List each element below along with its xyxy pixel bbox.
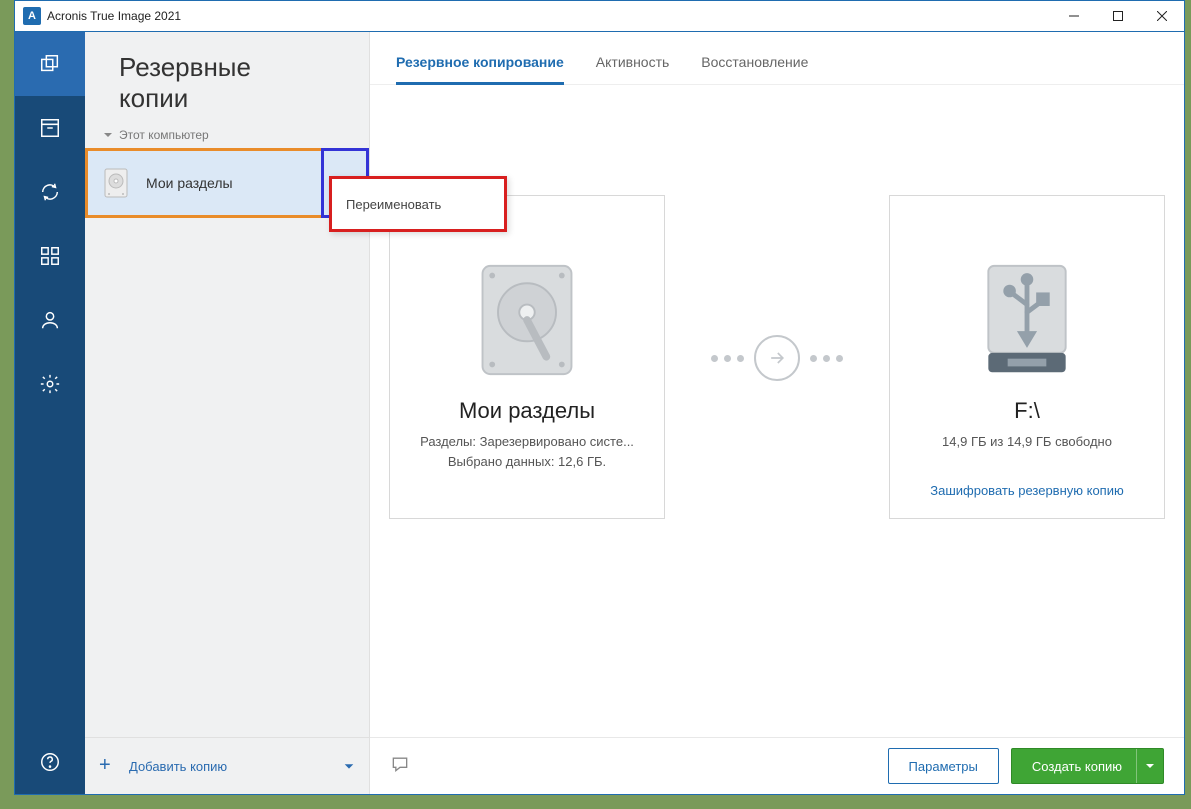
nav-account[interactable] bbox=[15, 288, 85, 352]
hdd-icon bbox=[104, 168, 128, 198]
chevron-down-icon[interactable] bbox=[343, 760, 355, 772]
destination-card[interactable]: F:\ 14,9 ГБ из 14,9 ГБ свободно Зашифров… bbox=[889, 195, 1165, 519]
gear-icon bbox=[39, 373, 61, 395]
arrow-circle-icon bbox=[754, 335, 800, 381]
tabs: Резервное копирование Активность Восстан… bbox=[370, 32, 1184, 85]
minimize-button[interactable] bbox=[1052, 1, 1096, 31]
help-icon bbox=[39, 751, 61, 773]
panel-heading: Резервные копии bbox=[119, 52, 369, 114]
create-backup-dropdown[interactable] bbox=[1136, 749, 1163, 783]
nav-archive[interactable] bbox=[15, 96, 85, 160]
backup-item-selected[interactable]: Мои разделы bbox=[85, 148, 369, 218]
main-footer: Параметры Создать копию bbox=[370, 737, 1184, 794]
copies-icon bbox=[39, 53, 61, 75]
grid-icon bbox=[39, 245, 61, 267]
nav-settings[interactable] bbox=[15, 352, 85, 416]
tab-activity[interactable]: Активность bbox=[596, 54, 670, 84]
app-window: A Acronis True Image 2021 bbox=[14, 0, 1185, 795]
side-panel: Резервные копии Этот компьютер Мои разде… bbox=[85, 32, 370, 794]
context-menu: Переименовать bbox=[329, 176, 507, 232]
close-button[interactable] bbox=[1140, 1, 1184, 31]
titlebar: A Acronis True Image 2021 bbox=[15, 1, 1184, 32]
create-backup-label: Создать копию bbox=[1032, 759, 1122, 774]
tab-recovery[interactable]: Восстановление bbox=[701, 54, 808, 84]
hdd-large-icon bbox=[477, 262, 577, 378]
feedback-button[interactable] bbox=[390, 754, 410, 779]
plus-icon: + bbox=[99, 758, 115, 774]
encrypt-backup-link[interactable]: Зашифровать резервную копию bbox=[930, 483, 1123, 498]
group-header[interactable]: Этот компьютер bbox=[103, 128, 369, 142]
sync-icon bbox=[39, 181, 61, 203]
caret-down-icon bbox=[103, 130, 113, 140]
dest-title: F:\ bbox=[1014, 398, 1040, 424]
tab-backup[interactable]: Резервное копирование bbox=[396, 54, 564, 84]
nav-dashboard[interactable] bbox=[15, 224, 85, 288]
arrow-divider bbox=[711, 335, 843, 381]
user-icon bbox=[39, 309, 61, 331]
group-label: Этот компьютер bbox=[119, 128, 209, 142]
maximize-button[interactable] bbox=[1096, 1, 1140, 31]
parameters-button[interactable]: Параметры bbox=[888, 748, 999, 784]
source-title: Мои разделы bbox=[459, 398, 595, 424]
source-sub2: Выбрано данных: 12,6 ГБ. bbox=[448, 454, 606, 469]
nav-help[interactable] bbox=[15, 730, 85, 794]
menu-item-rename[interactable]: Переименовать bbox=[346, 197, 441, 212]
dest-sub1: 14,9 ГБ из 14,9 ГБ свободно bbox=[942, 434, 1112, 449]
sidebar-footer: + Добавить копию bbox=[85, 737, 369, 794]
backup-item-label: Мои разделы bbox=[146, 175, 233, 191]
source-sub1: Разделы: Зарезервировано систе... bbox=[420, 434, 634, 449]
nav-rail bbox=[15, 32, 85, 794]
main-area: Резервное копирование Активность Восстан… bbox=[370, 32, 1184, 794]
nav-backup[interactable] bbox=[15, 32, 85, 96]
archive-icon bbox=[39, 117, 61, 139]
add-backup-button[interactable]: Добавить копию bbox=[129, 759, 227, 774]
nav-sync[interactable] bbox=[15, 160, 85, 224]
usb-drive-icon bbox=[977, 262, 1077, 378]
app-icon: A bbox=[23, 7, 41, 25]
create-backup-button[interactable]: Создать копию bbox=[1011, 748, 1164, 784]
window-title: Acronis True Image 2021 bbox=[47, 9, 181, 23]
source-card[interactable]: Мои разделы Разделы: Зарезервировано сис… bbox=[389, 195, 665, 519]
